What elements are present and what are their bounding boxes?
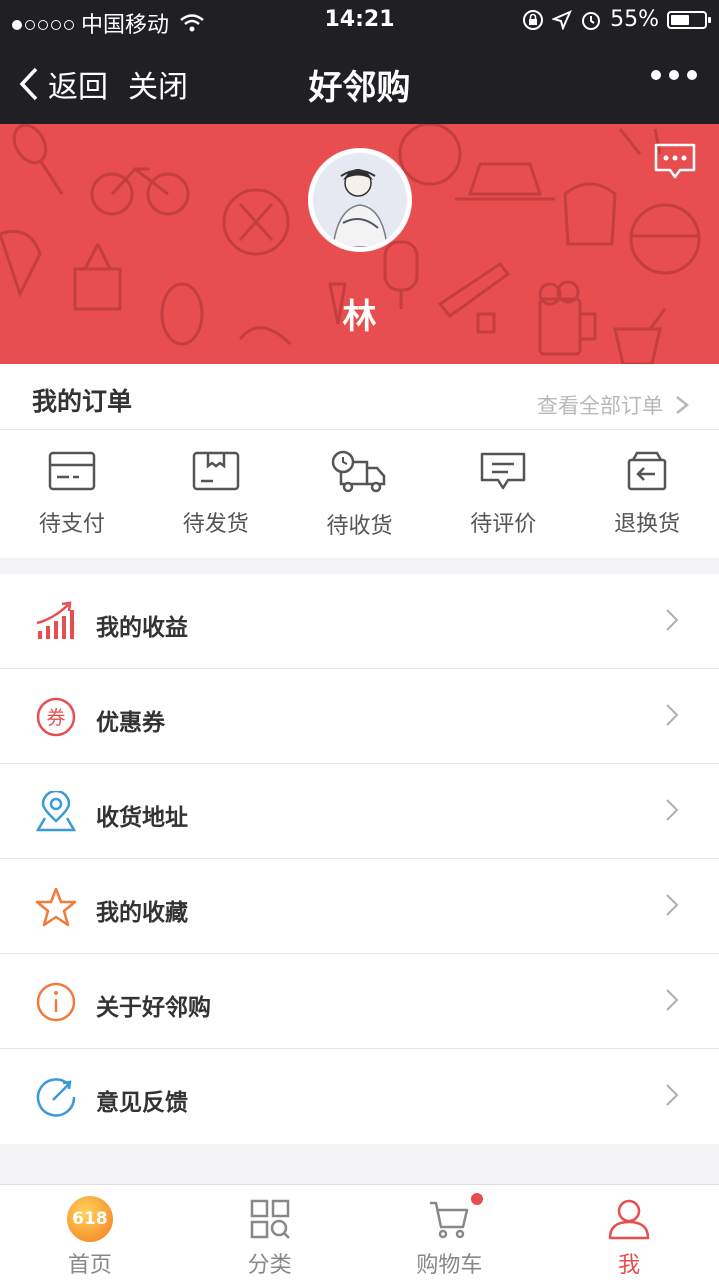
menu-item-feedback[interactable]: 意见反馈	[0, 1049, 719, 1144]
tab-me[interactable]: 我	[539, 1185, 719, 1280]
chevron-right-icon	[666, 894, 679, 916]
location-icon	[35, 791, 77, 832]
avatar[interactable]	[308, 148, 412, 252]
order-status-label: 待评价	[470, 512, 537, 537]
card-icon	[48, 451, 96, 491]
menu-item-income[interactable]: 我的收益	[0, 574, 719, 669]
chevron-right-icon	[676, 396, 689, 414]
battery-icon	[667, 10, 711, 29]
more-options-button[interactable]	[651, 70, 697, 80]
menu-item-label: 我的收益	[96, 615, 188, 641]
grid-search-icon	[250, 1199, 290, 1239]
location-arrow-icon	[552, 9, 573, 30]
view-all-orders-link[interactable]: 查看全部订单	[537, 390, 689, 420]
order-status-label: 待发货	[182, 512, 249, 537]
comment-icon	[481, 452, 526, 490]
chevron-right-icon	[666, 989, 679, 1011]
order-status-row: 待支付 待发货 待收货 待评价 退换货	[0, 430, 719, 558]
order-status-pending-payment[interactable]: 待支付	[0, 430, 144, 558]
avatar-image	[313, 153, 407, 247]
chevron-right-icon	[666, 609, 679, 631]
truck-icon	[332, 450, 386, 493]
menu-item-label: 收货地址	[96, 805, 188, 831]
menu-item-label: 关于好邻购	[96, 995, 211, 1021]
menu-item-coupons[interactable]: 券 优惠券	[0, 669, 719, 764]
page-title: 好邻购	[308, 68, 411, 108]
profile-banner: 林	[0, 124, 719, 364]
order-status-pending-review[interactable]: 待评价	[431, 430, 575, 558]
order-status-label: 待收货	[326, 514, 393, 539]
menu-item-label: 我的收藏	[96, 900, 188, 926]
orders-header: 我的订单 查看全部订单	[0, 364, 719, 430]
nav-bar: 返回 关闭 好邻购	[0, 40, 719, 124]
battery-percent: 55%	[610, 7, 659, 32]
coupon-glyph: 券	[46, 707, 65, 729]
menu-item-address[interactable]: 收货地址	[0, 764, 719, 859]
orders-title: 我的订单	[32, 387, 133, 416]
info-icon	[36, 982, 76, 1022]
promo-618-icon: 618	[66, 1196, 113, 1242]
tab-category[interactable]: 分类	[180, 1185, 360, 1280]
message-icon	[654, 143, 696, 179]
chevron-right-icon	[666, 1084, 679, 1106]
menu-item-about[interactable]: 关于好邻购	[0, 954, 719, 1049]
tab-cart[interactable]: 购物车	[360, 1185, 540, 1280]
message-button[interactable]	[653, 142, 697, 186]
chevron-right-icon	[666, 799, 679, 821]
alarm-icon	[582, 11, 601, 30]
income-chart-icon	[36, 601, 74, 639]
tab-label: 首页	[67, 1253, 112, 1278]
menu-item-label: 优惠券	[96, 710, 165, 736]
view-all-label: 查看全部订单	[537, 394, 663, 418]
status-bar: 中国移动 14:21 55%	[0, 0, 719, 40]
cart-icon	[430, 1201, 469, 1239]
return-icon	[627, 451, 667, 491]
menu-list: 我的收益 券 优惠券 收货地址 我的收藏 关于好邻购 意见反馈	[0, 574, 719, 1144]
tab-label: 我	[618, 1253, 641, 1278]
tab-bar: 618 首页 分类 购物车 我	[0, 1184, 719, 1280]
order-status-pending-shipment[interactable]: 待发货	[144, 430, 288, 558]
order-status-label: 退换货	[614, 512, 681, 537]
box-icon	[192, 451, 239, 491]
order-status-pending-receipt[interactable]: 待收货	[288, 430, 432, 558]
tab-label: 分类	[247, 1253, 292, 1278]
chevron-right-icon	[666, 704, 679, 726]
star-icon	[35, 887, 77, 927]
tab-label: 购物车	[416, 1253, 483, 1278]
menu-item-label: 意见反馈	[96, 1090, 188, 1116]
coupon-icon: 券	[36, 697, 76, 737]
tab-home[interactable]: 618 首页	[0, 1185, 180, 1280]
menu-item-favorites[interactable]: 我的收藏	[0, 859, 719, 954]
user-icon	[608, 1199, 650, 1240]
order-status-label: 待支付	[38, 512, 105, 537]
cart-badge-dot	[470, 1193, 483, 1205]
username: 林	[342, 297, 377, 337]
rotation-lock-icon	[523, 9, 544, 30]
feedback-icon	[36, 1078, 76, 1117]
order-status-returns[interactable]: 退换货	[575, 430, 719, 558]
